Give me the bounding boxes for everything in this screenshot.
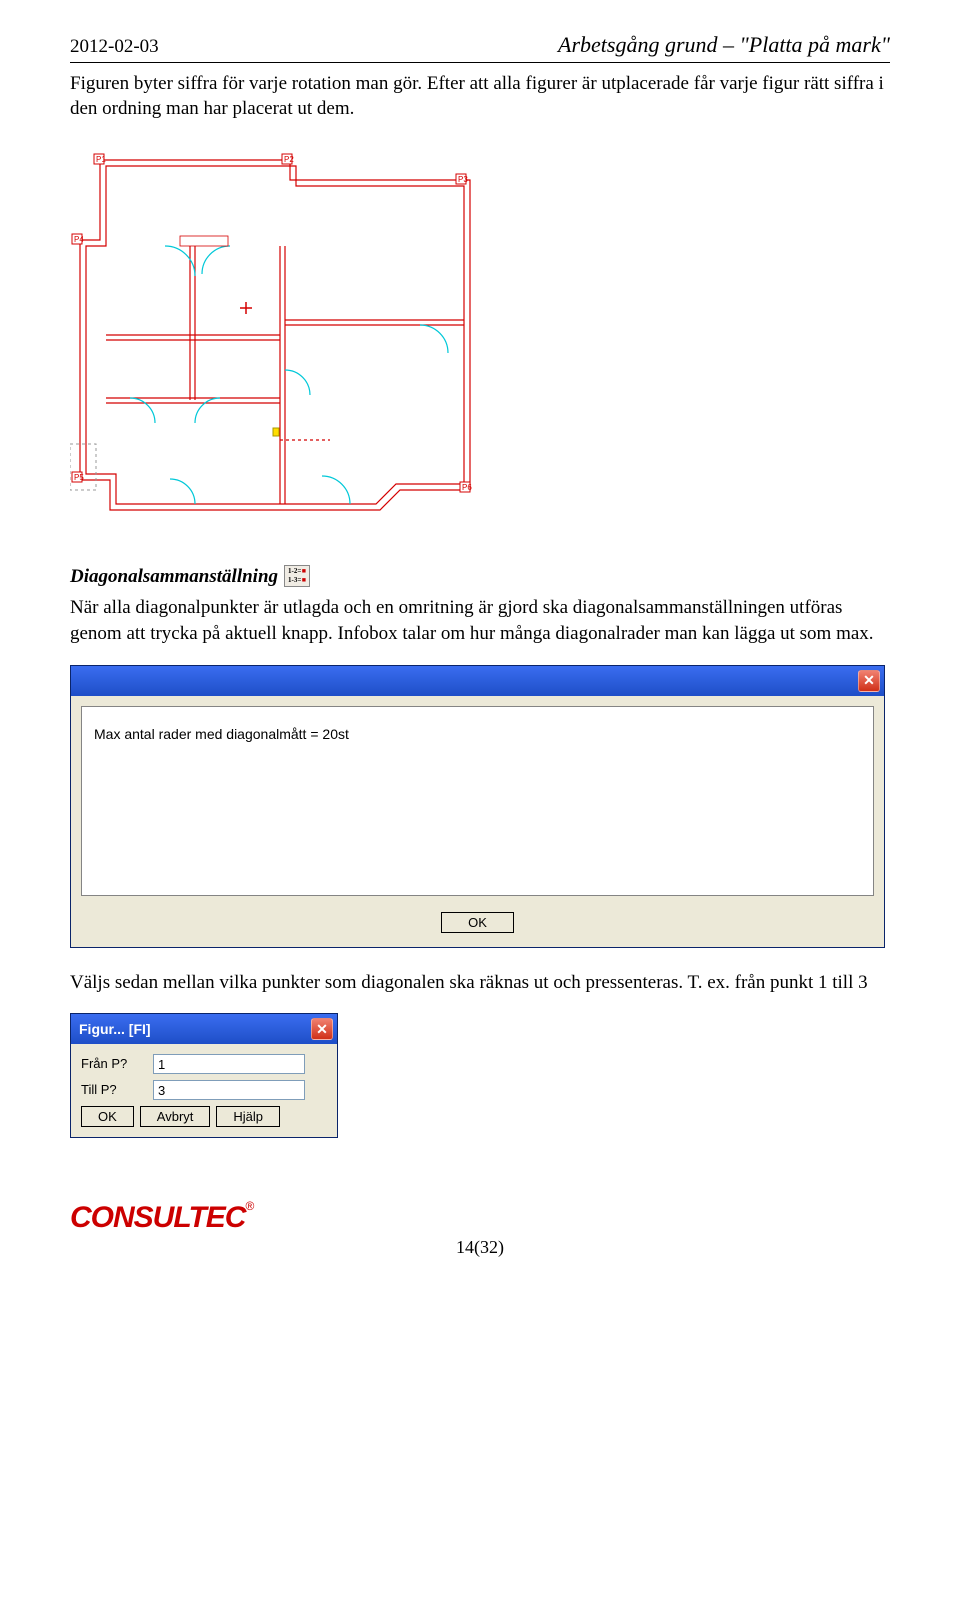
intro-paragraph: Figuren byter siffra för varje rotation … xyxy=(70,71,890,122)
svg-text:P1: P1 xyxy=(96,155,106,164)
diagonal-tool-icon: 1-2=■ 1-3=■ xyxy=(284,565,310,587)
floorplan-svg: P1 P2 P3 P4 P5 P6 xyxy=(70,140,500,530)
figur-title: Figur... [FI] xyxy=(79,1020,151,1039)
figur-buttons: OK Avbryt Hjälp xyxy=(81,1106,327,1127)
page-footer: CONSULTEC® 14(32) xyxy=(70,1198,890,1259)
from-row: Från P? xyxy=(81,1054,327,1074)
header-title: Arbetsgång grund – "Platta på mark" xyxy=(558,30,890,60)
paragraph-3: Väljs sedan mellan vilka punkter som dia… xyxy=(70,970,890,996)
message-titlebar: ✕ xyxy=(71,666,884,696)
footer-logo: CONSULTEC® xyxy=(70,1198,890,1239)
message-text: Max antal rader med diagonalmått = 20st xyxy=(94,726,349,742)
from-label: Från P? xyxy=(81,1055,153,1073)
message-footer: OK xyxy=(71,906,884,947)
from-input[interactable] xyxy=(153,1054,305,1074)
svg-text:P4: P4 xyxy=(74,235,84,244)
to-row: Till P? xyxy=(81,1080,327,1100)
svg-text:P2: P2 xyxy=(284,155,294,164)
figur-titlebar: Figur... [FI] ✕ xyxy=(71,1014,337,1044)
to-input[interactable] xyxy=(153,1080,305,1100)
close-icon[interactable]: ✕ xyxy=(311,1018,333,1040)
figur-dialog: Figur... [FI] ✕ Från P? Till P? OK Avbry… xyxy=(70,1013,338,1138)
ok-button[interactable]: OK xyxy=(81,1106,134,1127)
svg-text:P3: P3 xyxy=(458,175,468,184)
figur-form: Från P? Till P? OK Avbryt Hjälp xyxy=(71,1044,337,1137)
ok-button[interactable]: OK xyxy=(441,912,514,933)
cancel-button[interactable]: Avbryt xyxy=(140,1106,211,1127)
message-dialog: ✕ Max antal rader med diagonalmått = 20s… xyxy=(70,665,885,948)
section-heading-row: Diagonalsammanställning 1-2=■ 1-3=■ xyxy=(70,564,890,590)
message-body: Max antal rader med diagonalmått = 20st xyxy=(81,706,874,896)
to-label: Till P? xyxy=(81,1081,153,1099)
header-date: 2012-02-03 xyxy=(70,34,159,60)
floorplan-figure: P1 P2 P3 P4 P5 P6 xyxy=(70,140,890,538)
svg-text:P6: P6 xyxy=(462,483,472,492)
page-header: 2012-02-03 Arbetsgång grund – "Platta på… xyxy=(70,30,890,63)
section-title: Diagonalsammanställning xyxy=(70,564,278,590)
close-icon[interactable]: ✕ xyxy=(858,670,880,692)
section-text: När alla diagonalpunkter är utlagda och … xyxy=(70,595,890,646)
svg-text:P5: P5 xyxy=(74,473,84,482)
help-button[interactable]: Hjälp xyxy=(216,1106,280,1127)
